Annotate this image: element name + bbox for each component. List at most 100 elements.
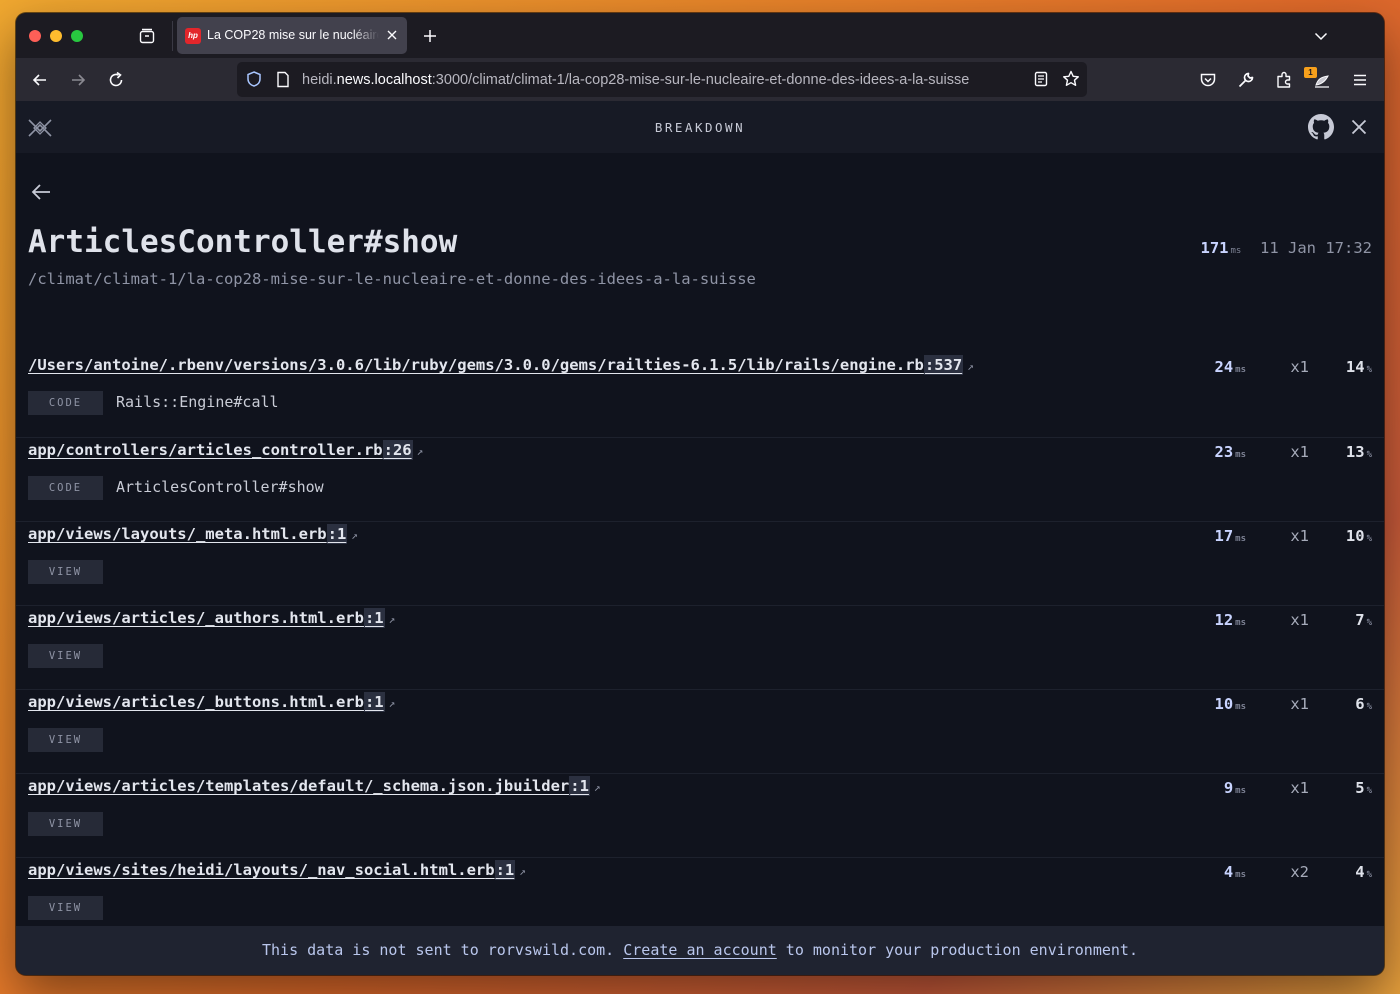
forward-arrow-icon[interactable]	[68, 70, 88, 90]
source-line-number[interactable]: :1	[494, 860, 516, 880]
source-file-link[interactable]: /Users/antoine/.rbenv/versions/3.0.6/lib…	[28, 355, 974, 375]
plus-icon[interactable]	[421, 27, 439, 45]
percentage-unit: %	[1366, 534, 1372, 544]
breakdown-row: app/controllers/articles_controller.rb:2…	[16, 437, 1384, 522]
section-call-count: x1	[1290, 527, 1309, 545]
source-file-path[interactable]: app/controllers/articles_controller.rb	[28, 441, 383, 459]
wrench-icon[interactable]	[1236, 70, 1256, 90]
window-zoom-button[interactable]	[71, 30, 83, 42]
section-duration: 24 ms	[1214, 358, 1246, 376]
section-duration: 12 ms	[1214, 611, 1246, 629]
percentage-unit: %	[1366, 870, 1372, 880]
source-file-link[interactable]: app/controllers/articles_controller.rb:2…	[28, 440, 424, 460]
source-line-number[interactable]: :1	[363, 608, 385, 628]
request-meta: 171 ms 11 Jan 17:32	[1201, 239, 1373, 257]
github-icon[interactable]	[1308, 114, 1334, 140]
tab-title: La COP28 mise sur le nucléaire	[207, 28, 379, 42]
browser-window: hp La COP28 mise sur le nucléaire heidi.…	[16, 13, 1384, 975]
external-link-icon[interactable]: ↗	[519, 865, 526, 878]
chevron-down-icon[interactable]	[1312, 27, 1330, 45]
section-kind-badge: VIEW	[28, 560, 103, 584]
percentage-unit: %	[1366, 618, 1372, 628]
reader-view-icon[interactable]	[1032, 70, 1050, 88]
source-file-link[interactable]: app/views/layouts/_meta.html.erb:1 ↗	[28, 524, 358, 544]
source-line-number[interactable]: :26	[382, 440, 413, 460]
back-arrow-icon[interactable]	[30, 70, 50, 90]
duration-unit: ms	[1235, 365, 1246, 375]
section-percentage: 10%	[1346, 527, 1372, 545]
percentage-value: 13	[1345, 443, 1365, 461]
url-bar[interactable]: heidi.news.localhost:3000/climat/climat-…	[237, 62, 1087, 97]
duration-unit: ms	[1235, 450, 1246, 460]
section-detail: Rails::Engine#call	[116, 393, 279, 411]
duration-value: 24	[1214, 358, 1234, 376]
close-icon[interactable]	[385, 28, 399, 42]
source-file-path[interactable]: app/views/articles/_buttons.html.erb	[28, 693, 364, 711]
duration-unit: ms	[1235, 870, 1246, 880]
duration-unit: ms	[1235, 618, 1246, 628]
section-call-count: x2	[1290, 863, 1309, 881]
extension-badge: 1	[1304, 67, 1317, 78]
breakdown-row: app/views/articles/_authors.html.erb:1 ↗ V…	[16, 605, 1384, 690]
section-percentage: 6%	[1355, 695, 1372, 713]
percentage-unit: %	[1366, 702, 1372, 712]
external-link-icon[interactable]: ↗	[351, 529, 358, 542]
section-percentage: 5%	[1355, 779, 1372, 797]
source-file-path[interactable]: app/views/layouts/_meta.html.erb	[28, 525, 327, 543]
section-duration: 10 ms	[1214, 695, 1246, 713]
window-close-button[interactable]	[29, 30, 41, 42]
section-call-count: x1	[1290, 611, 1309, 629]
section-kind-badge: VIEW	[28, 644, 103, 668]
page-title: ArticlesController#show	[28, 224, 458, 260]
pocket-icon[interactable]	[1198, 70, 1218, 90]
tab-separator	[172, 21, 173, 51]
window-minimize-button[interactable]	[50, 30, 62, 42]
section-percentage: 14%	[1346, 358, 1372, 376]
percentage-value: 10	[1345, 527, 1365, 545]
section-kind-badge: VIEW	[28, 812, 103, 836]
close-icon[interactable]	[1349, 117, 1369, 137]
shield-icon[interactable]	[245, 70, 263, 88]
duration-unit: ms	[1235, 534, 1246, 544]
extensions-icon[interactable]	[1274, 70, 1294, 90]
external-link-icon[interactable]: ↗	[389, 613, 396, 626]
percentage-value: 4	[1355, 863, 1365, 881]
duration-unit: ms	[1235, 786, 1246, 796]
external-link-icon[interactable]: ↗	[417, 445, 424, 458]
duration-value: 4	[1223, 863, 1234, 881]
section-call-count: x1	[1290, 695, 1309, 713]
source-line-number[interactable]: :1	[569, 776, 590, 796]
source-file-link[interactable]: app/views/sites/heidi/layouts/_nav_socia…	[28, 860, 526, 880]
external-link-icon[interactable]: ↗	[594, 781, 601, 794]
external-link-icon[interactable]: ↗	[389, 697, 396, 710]
source-file-link[interactable]: app/views/articles/_buttons.html.erb:1 ↗	[28, 692, 396, 712]
duration-value: 12	[1214, 611, 1234, 629]
footer-text-before: This data is not sent to rorvswild.com.	[262, 941, 624, 959]
source-file-path[interactable]: app/views/articles/templates/default/_sc…	[28, 777, 569, 795]
source-line-number[interactable]: :1	[363, 692, 385, 712]
section-percentage: 13%	[1346, 443, 1372, 461]
hamburger-menu-icon[interactable]	[1350, 70, 1370, 90]
tab-overview-icon[interactable]	[138, 27, 156, 45]
source-file-link[interactable]: app/views/articles/templates/default/_sc…	[28, 776, 601, 796]
create-account-link[interactable]: Create an account	[623, 941, 777, 959]
duration-value: 17	[1214, 527, 1234, 545]
source-line-number[interactable]: :1	[326, 524, 348, 544]
reload-icon[interactable]	[106, 70, 126, 90]
duration-value: 10	[1214, 695, 1234, 713]
url-text[interactable]: heidi.news.localhost:3000/climat/climat-…	[302, 72, 969, 88]
source-line-number[interactable]: :537	[923, 355, 964, 375]
source-file-path[interactable]: /Users/antoine/.rbenv/versions/3.0.6/lib…	[28, 356, 924, 374]
external-link-icon[interactable]: ↗	[967, 360, 974, 373]
percentage-unit: %	[1366, 450, 1372, 460]
active-tab[interactable]: hp La COP28 mise sur le nucléaire	[177, 17, 407, 54]
percentage-value: 6	[1355, 695, 1365, 713]
page-icon[interactable]	[275, 71, 291, 88]
source-file-path[interactable]: app/views/articles/_authors.html.erb	[28, 609, 364, 627]
footer-notice: This data is not sent to rorvswild.com. …	[16, 926, 1384, 975]
source-file-path[interactable]: app/views/sites/heidi/layouts/_nav_socia…	[28, 861, 495, 879]
source-file-link[interactable]: app/views/articles/_authors.html.erb:1 ↗	[28, 608, 396, 628]
star-icon[interactable]	[1061, 69, 1081, 89]
app-header: BREAKDOWN	[16, 101, 1384, 153]
back-arrow-icon[interactable]	[30, 182, 52, 202]
